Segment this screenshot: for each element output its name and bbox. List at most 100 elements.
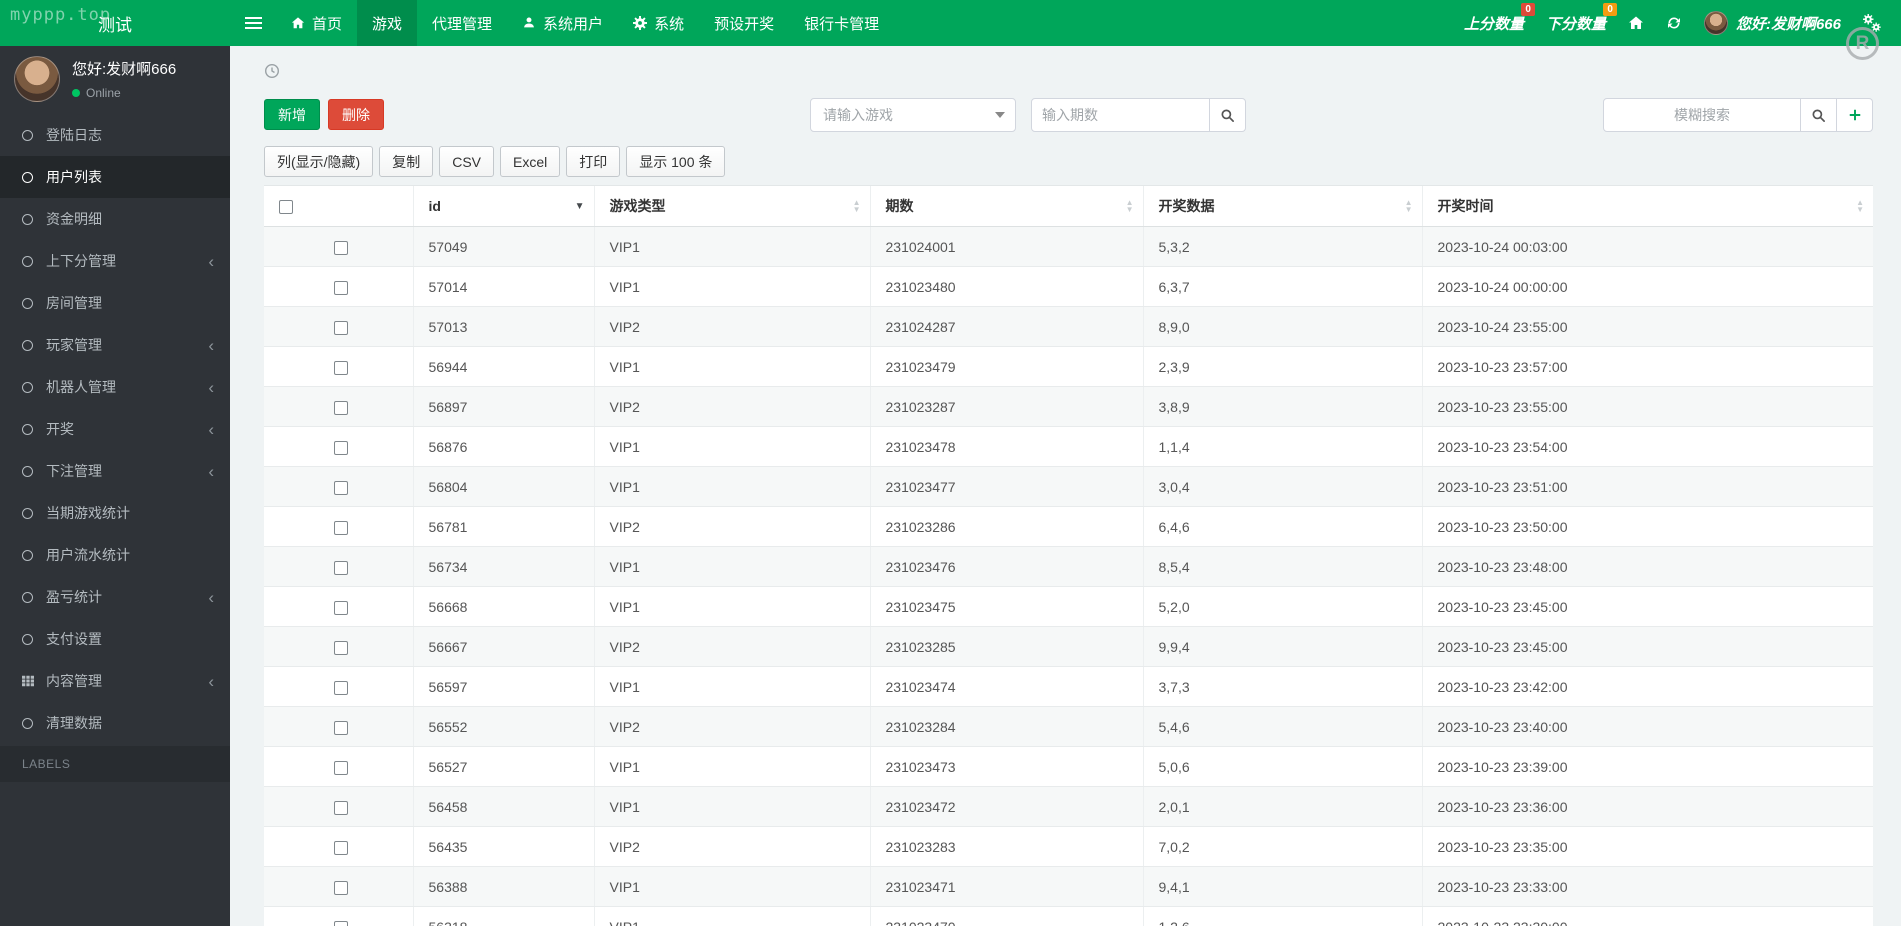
sidebar-item-label: 支付设置 <box>46 631 102 647</box>
cell-id: 57014 <box>412 266 594 307</box>
clock-icon[interactable] <box>264 63 280 79</box>
row-checkbox[interactable] <box>333 520 348 535</box>
nav-item-preset-draw[interactable]: 预设开奖 <box>699 0 789 46</box>
nav-item-system-user[interactable]: 系统用户 <box>507 0 618 46</box>
add-search-button[interactable] <box>1837 98 1873 132</box>
issue-search-button[interactable] <box>1210 98 1246 132</box>
settings-icon-button[interactable] <box>1863 14 1881 32</box>
circle-icon <box>22 129 46 141</box>
sidebar-item-login-log[interactable]: 登陆日志 <box>0 114 230 156</box>
print-button[interactable]: 打印 <box>566 146 621 177</box>
cell-id: 56435 <box>412 826 594 867</box>
sidebar-item-user-flow-stats[interactable]: 用户流水统计 <box>0 534 230 576</box>
row-checkbox[interactable] <box>333 280 348 295</box>
show-100-button[interactable]: 显示 100 条 <box>626 146 726 177</box>
cell-draw-data: 3,8,9 <box>1142 386 1422 427</box>
circle-icon <box>22 423 46 435</box>
row-checkbox[interactable] <box>333 240 348 255</box>
cell-draw-data: 6,3,7 <box>1142 266 1422 307</box>
down-score-link[interactable]: 下分数量 0 <box>1545 2 1617 34</box>
circle-icon <box>22 171 46 183</box>
user-avatar <box>1703 11 1728 35</box>
brand-title[interactable]: 测试 <box>0 0 230 46</box>
excel-button[interactable]: Excel <box>500 146 561 177</box>
csv-button[interactable]: CSV <box>439 146 495 177</box>
cell-id: 56734 <box>412 546 594 587</box>
sort-both-icon: ▲ ▼ <box>1125 198 1134 214</box>
sidebar-item-user-list[interactable]: 用户列表 <box>0 156 230 198</box>
sidebar-item-room-manage[interactable]: 房间管理 <box>0 282 230 324</box>
row-checkbox[interactable] <box>333 800 348 815</box>
column-header-draw-time[interactable]: 开奖时间 ▲ ▼ <box>1421 185 1873 227</box>
nav-item-home[interactable]: 首页 <box>276 0 357 46</box>
circle-outline <box>22 339 33 351</box>
row-checkbox[interactable] <box>333 360 348 375</box>
row-checkbox[interactable] <box>333 680 348 695</box>
cell-issue: 231024287 <box>869 306 1143 347</box>
data-table: id ▼ 游戏类型 ▲ ▼ 期数 ▲ ▼ 开奖数据 ▲ ▼ 开奖时间 ▲ ▼ 57049 VIP1 23102… <box>264 185 1873 926</box>
row-checkbox[interactable] <box>333 560 348 575</box>
cell-draw-time: 2023-10-23 23:45:00 <box>1421 586 1873 627</box>
sidebar-item-content-manage[interactable]: 内容管理 ‹ <box>0 660 230 702</box>
sidebar-item-fund-detail[interactable]: 资金明细 <box>0 198 230 240</box>
table-row: 56597 VIP1 231023474 3,7,3 2023-10-23 23:42:… <box>264 666 1873 707</box>
add-button[interactable]: 新增 <box>264 99 320 130</box>
issue-input[interactable] <box>1031 98 1210 132</box>
down-score-label: 下分数量 <box>1545 15 1606 33</box>
fuzzy-search-input[interactable] <box>1603 98 1801 132</box>
up-score-link[interactable]: 上分数量 0 <box>1464 2 1535 34</box>
sidebar-item-clean-data[interactable]: 清理数据 <box>0 702 230 744</box>
cell-issue: 231023476 <box>869 546 1143 587</box>
column-header-game-type[interactable]: 游戏类型 ▲ ▼ <box>593 185 870 227</box>
game-select[interactable]: 请输入游戏 <box>810 98 1016 132</box>
sidebar-item-draw[interactable]: 开奖 ‹ <box>0 408 230 450</box>
cell-id: 57049 <box>412 226 594 267</box>
row-checkbox[interactable] <box>333 480 348 495</box>
cell-draw-time: 2023-10-23 23:40:00 <box>1421 706 1873 747</box>
sidebar-item-payment-settings[interactable]: 支付设置 <box>0 618 230 660</box>
nav-item-bank-card-manage[interactable]: 银行卡管理 <box>789 0 894 46</box>
cell-draw-data: 8,5,4 <box>1142 546 1422 587</box>
column-header-draw-data[interactable]: 开奖数据 ▲ ▼ <box>1142 185 1422 227</box>
data-table-wrap: id ▼ 游戏类型 ▲ ▼ 期数 ▲ ▼ 开奖数据 ▲ ▼ 开奖时间 ▲ ▼ 57049 VIP1 23102… <box>264 185 1873 926</box>
column-header-issue[interactable]: 期数 ▲ ▼ <box>869 185 1143 227</box>
row-checkbox[interactable] <box>333 840 348 855</box>
sidebar-toggle-button[interactable] <box>230 0 276 46</box>
table-row: 56318VIP12310234701,2,62023-10-23 23:30:… <box>264 906 1873 926</box>
sidebar-item-bet-manage[interactable]: 下注管理 ‹ <box>0 450 230 492</box>
row-checkbox[interactable] <box>333 720 348 735</box>
cell-select <box>264 426 413 467</box>
fuzzy-search-button[interactable] <box>1801 98 1837 132</box>
sidebar-item-label: 登陆日志 <box>46 127 102 143</box>
home-icon-button[interactable] <box>1628 15 1644 31</box>
select-all-checkbox[interactable] <box>279 200 293 215</box>
sort-both-icon: ▲ ▼ <box>1404 198 1413 214</box>
sidebar-item-player-manage[interactable]: 玩家管理 ‹ <box>0 324 230 366</box>
sidebar-item-robot-manage[interactable]: 机器人管理 ‹ <box>0 366 230 408</box>
user-menu[interactable]: 您好:发财啊666 <box>1703 11 1841 35</box>
circle-icon <box>22 633 46 645</box>
sort-both-icon: ▲ ▼ <box>1856 198 1864 214</box>
row-checkbox[interactable] <box>333 920 348 926</box>
sidebar-item-profit-loss-stats[interactable]: 盈亏统计 ‹ <box>0 576 230 618</box>
refresh-icon-button[interactable] <box>1666 15 1682 31</box>
nav-item-label: 银行卡管理 <box>804 15 880 33</box>
row-checkbox[interactable] <box>333 640 348 655</box>
row-checkbox[interactable] <box>333 400 348 415</box>
row-checkbox[interactable] <box>333 760 348 775</box>
copy-button[interactable]: 复制 <box>379 146 434 177</box>
table-row: 56435 VIP2 231023283 7,0,2 2023-10-23 23:35:… <box>264 826 1873 867</box>
nav-item-game[interactable]: 游戏 <box>357 0 418 46</box>
row-checkbox[interactable] <box>333 880 348 895</box>
delete-button[interactable]: 删除 <box>328 99 384 130</box>
sidebar-item-updown-score-manage[interactable]: 上下分管理 ‹ <box>0 240 230 282</box>
cell-issue: 231023479 <box>869 346 1143 387</box>
row-checkbox[interactable] <box>333 600 348 615</box>
nav-item-agent-manage[interactable]: 代理管理 <box>417 0 507 46</box>
row-checkbox[interactable] <box>333 440 348 455</box>
nav-item-system[interactable]: 系统 <box>618 0 699 46</box>
sidebar-item-current-game-stats[interactable]: 当期游戏统计 <box>0 492 230 534</box>
columns-toggle-button[interactable]: 列(显示/隐藏) <box>264 146 374 177</box>
row-checkbox[interactable] <box>333 320 348 335</box>
column-header-id[interactable]: id ▼ <box>412 185 594 227</box>
